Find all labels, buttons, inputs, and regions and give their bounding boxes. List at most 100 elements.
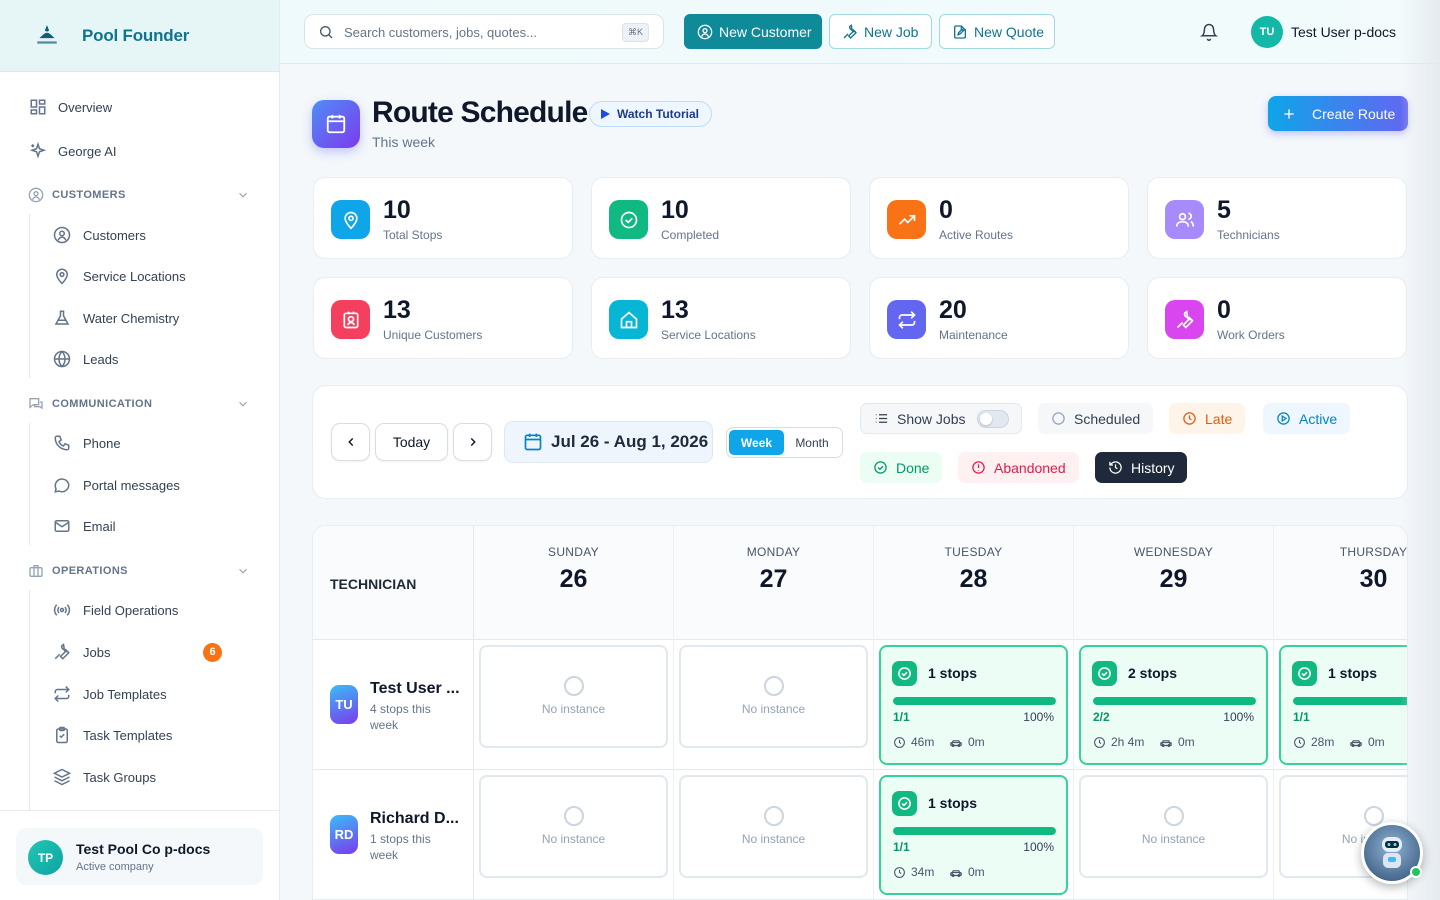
next-week-button[interactable] xyxy=(453,423,492,461)
sidebar-item-service-locations[interactable]: Service Locations xyxy=(0,258,280,294)
route-drive-time: 0m xyxy=(949,735,985,749)
empty-circle-icon xyxy=(563,676,584,696)
section-communication[interactable]: COMMUNICATION xyxy=(0,392,280,416)
sidebar-item-customers[interactable]: Customers xyxy=(0,217,280,253)
stat-icon xyxy=(331,300,370,339)
sidebar-item-job-templates[interactable]: Job Templates xyxy=(0,676,280,712)
day-name: SUNDAY xyxy=(548,545,599,559)
schedule-cell: No instance xyxy=(674,770,874,899)
route-duration: 2h 4m xyxy=(1093,735,1144,749)
route-instance-card[interactable]: 1 stops1/1100%28m0m xyxy=(1279,645,1407,765)
prev-week-button[interactable] xyxy=(331,423,370,461)
create-route-button[interactable]: Create Route xyxy=(1268,96,1408,131)
route-instance-card[interactable]: 1 stops 1/1 100% 46m 0m xyxy=(879,645,1068,765)
show-jobs-switch[interactable] xyxy=(977,409,1010,428)
stat-value: 10 xyxy=(383,196,411,224)
route-duration-value: 2h 4m xyxy=(1111,735,1145,749)
user-avatar: TU xyxy=(1251,16,1283,48)
stat-card-unique-customers: 13 Unique Customers xyxy=(313,277,573,359)
day-name: MONDAY xyxy=(746,545,801,559)
brand[interactable]: Pool Founder xyxy=(0,0,279,72)
completed-badge xyxy=(1092,661,1117,686)
sidebar-item-leads[interactable]: Leads xyxy=(0,341,280,377)
schedule-cell: No instance xyxy=(1074,770,1274,899)
george-ai-assistant-button[interactable] xyxy=(1361,822,1423,884)
empty-instance-cell[interactable]: No instance xyxy=(679,645,868,748)
user-circle-icon xyxy=(697,24,713,39)
today-button[interactable]: Today xyxy=(375,423,448,461)
new-customer-button[interactable]: New Customer xyxy=(684,14,822,49)
route-duration-value: 28m xyxy=(1311,735,1335,749)
history-button[interactable]: History xyxy=(1095,452,1187,483)
sidebar-item-label: Task Templates xyxy=(83,727,173,743)
search-input[interactable]: Search customers, jobs, quotes... xyxy=(344,25,537,40)
stat-icon xyxy=(609,300,648,339)
sidebar-item-jobs[interactable]: Jobs 6 xyxy=(0,634,280,670)
month-view-button[interactable]: Month xyxy=(784,430,840,455)
status-filter-done[interactable]: Done xyxy=(860,452,942,483)
stat-label: Active Routes xyxy=(939,228,1014,242)
status-filter-scheduled[interactable]: Scheduled xyxy=(1038,403,1153,434)
sidebar-item-label: Water Chemistry xyxy=(83,310,180,326)
message-circle-icon xyxy=(54,478,70,493)
section-customers[interactable]: CUSTOMERS xyxy=(0,183,280,207)
watch-tutorial-button[interactable]: Watch Tutorial xyxy=(589,101,712,127)
new-job-button[interactable]: New Job xyxy=(829,14,932,49)
stat-value: 0 xyxy=(939,196,953,224)
empty-instance-cell[interactable]: No instance xyxy=(479,645,668,748)
completed-badge xyxy=(1292,661,1317,686)
map-pin-icon xyxy=(55,268,69,285)
alert-circle-icon xyxy=(972,461,985,474)
company-card[interactable]: TP Test Pool Co p-docs Active company xyxy=(16,828,263,885)
empty-instance-cell[interactable]: No instance xyxy=(679,775,868,878)
status-filter-active[interactable]: Active xyxy=(1263,403,1350,434)
list-icon xyxy=(875,414,888,423)
sidebar-item-email[interactable]: Email xyxy=(0,508,280,544)
technician-row-header[interactable]: RD Richard D... 1 stops this week xyxy=(313,770,474,899)
status-filter-abandoned[interactable]: Abandoned xyxy=(958,452,1079,483)
stat-label: Work Orders xyxy=(1217,328,1285,342)
sidebar-item-task-groups[interactable]: Task Groups xyxy=(0,759,280,795)
sidebar-item-overview[interactable]: Overview xyxy=(0,89,280,125)
company-switcher[interactable]: TP Test Pool Co p-docs Active company xyxy=(0,810,280,900)
sidebar-item-water-chemistry[interactable]: Water Chemistry xyxy=(0,300,280,336)
sidebar-item-task-templates[interactable]: Task Templates xyxy=(0,717,280,753)
sidebar-item-label: Service Locations xyxy=(83,268,186,284)
online-status-dot xyxy=(1410,866,1422,878)
status-filter-late[interactable]: Late xyxy=(1169,403,1245,434)
section-operations[interactable]: OPERATIONS xyxy=(0,559,280,583)
route-stop-count: 2 stops xyxy=(1128,665,1178,681)
no-instance-label: No instance xyxy=(541,832,606,846)
week-view-button[interactable]: Week xyxy=(729,430,784,455)
route-progress-percent: 100% xyxy=(1223,710,1254,724)
done-label: Done xyxy=(896,459,930,476)
bell-icon[interactable] xyxy=(1200,23,1218,41)
stat-label: Total Stops xyxy=(383,228,443,242)
repeat-icon xyxy=(54,685,70,703)
global-search[interactable]: Search customers, jobs, quotes... ⌘K xyxy=(304,14,664,49)
route-instance-card[interactable]: 1 stops 1/1 100% 34m 0m xyxy=(879,775,1068,895)
page-title: Route Schedule xyxy=(372,96,588,129)
date-range-picker[interactable]: Jul 26 - Aug 1, 2026 xyxy=(504,421,713,463)
wrench-icon xyxy=(54,643,70,660)
empty-instance-cell[interactable]: No instance xyxy=(479,775,668,878)
show-jobs-toggle[interactable]: Show Jobs xyxy=(860,403,1022,434)
sidebar-item-george-ai[interactable]: George AI xyxy=(0,133,280,169)
route-drive-time: 0m xyxy=(949,865,985,879)
route-progress-fill xyxy=(893,697,1056,705)
stat-card-active-routes: 0 Active Routes xyxy=(869,177,1129,259)
chevron-down-icon xyxy=(239,192,247,198)
route-instance-card[interactable]: 2 stops 2/2 100% 2h 4m 0m xyxy=(1079,645,1268,765)
stat-icon xyxy=(331,200,370,239)
sidebar-item-portal-messages[interactable]: Portal messages xyxy=(0,467,280,503)
user-menu[interactable]: TU Test User p-docs xyxy=(1251,16,1396,48)
sidebar-item-field-operations[interactable]: Field Operations xyxy=(0,592,280,628)
empty-instance-cell[interactable]: No instance xyxy=(1079,775,1268,878)
technician-column-header: TECHNICIAN xyxy=(313,526,474,640)
new-quote-button[interactable]: New Quote xyxy=(939,14,1055,49)
technician-row-header[interactable]: TU Test User ... 4 stops this week xyxy=(313,640,474,770)
stat-label: Maintenance xyxy=(939,328,1008,342)
stat-value: 13 xyxy=(661,296,689,324)
sidebar-item-phone[interactable]: Phone xyxy=(0,425,280,461)
history-icon xyxy=(1109,461,1122,474)
